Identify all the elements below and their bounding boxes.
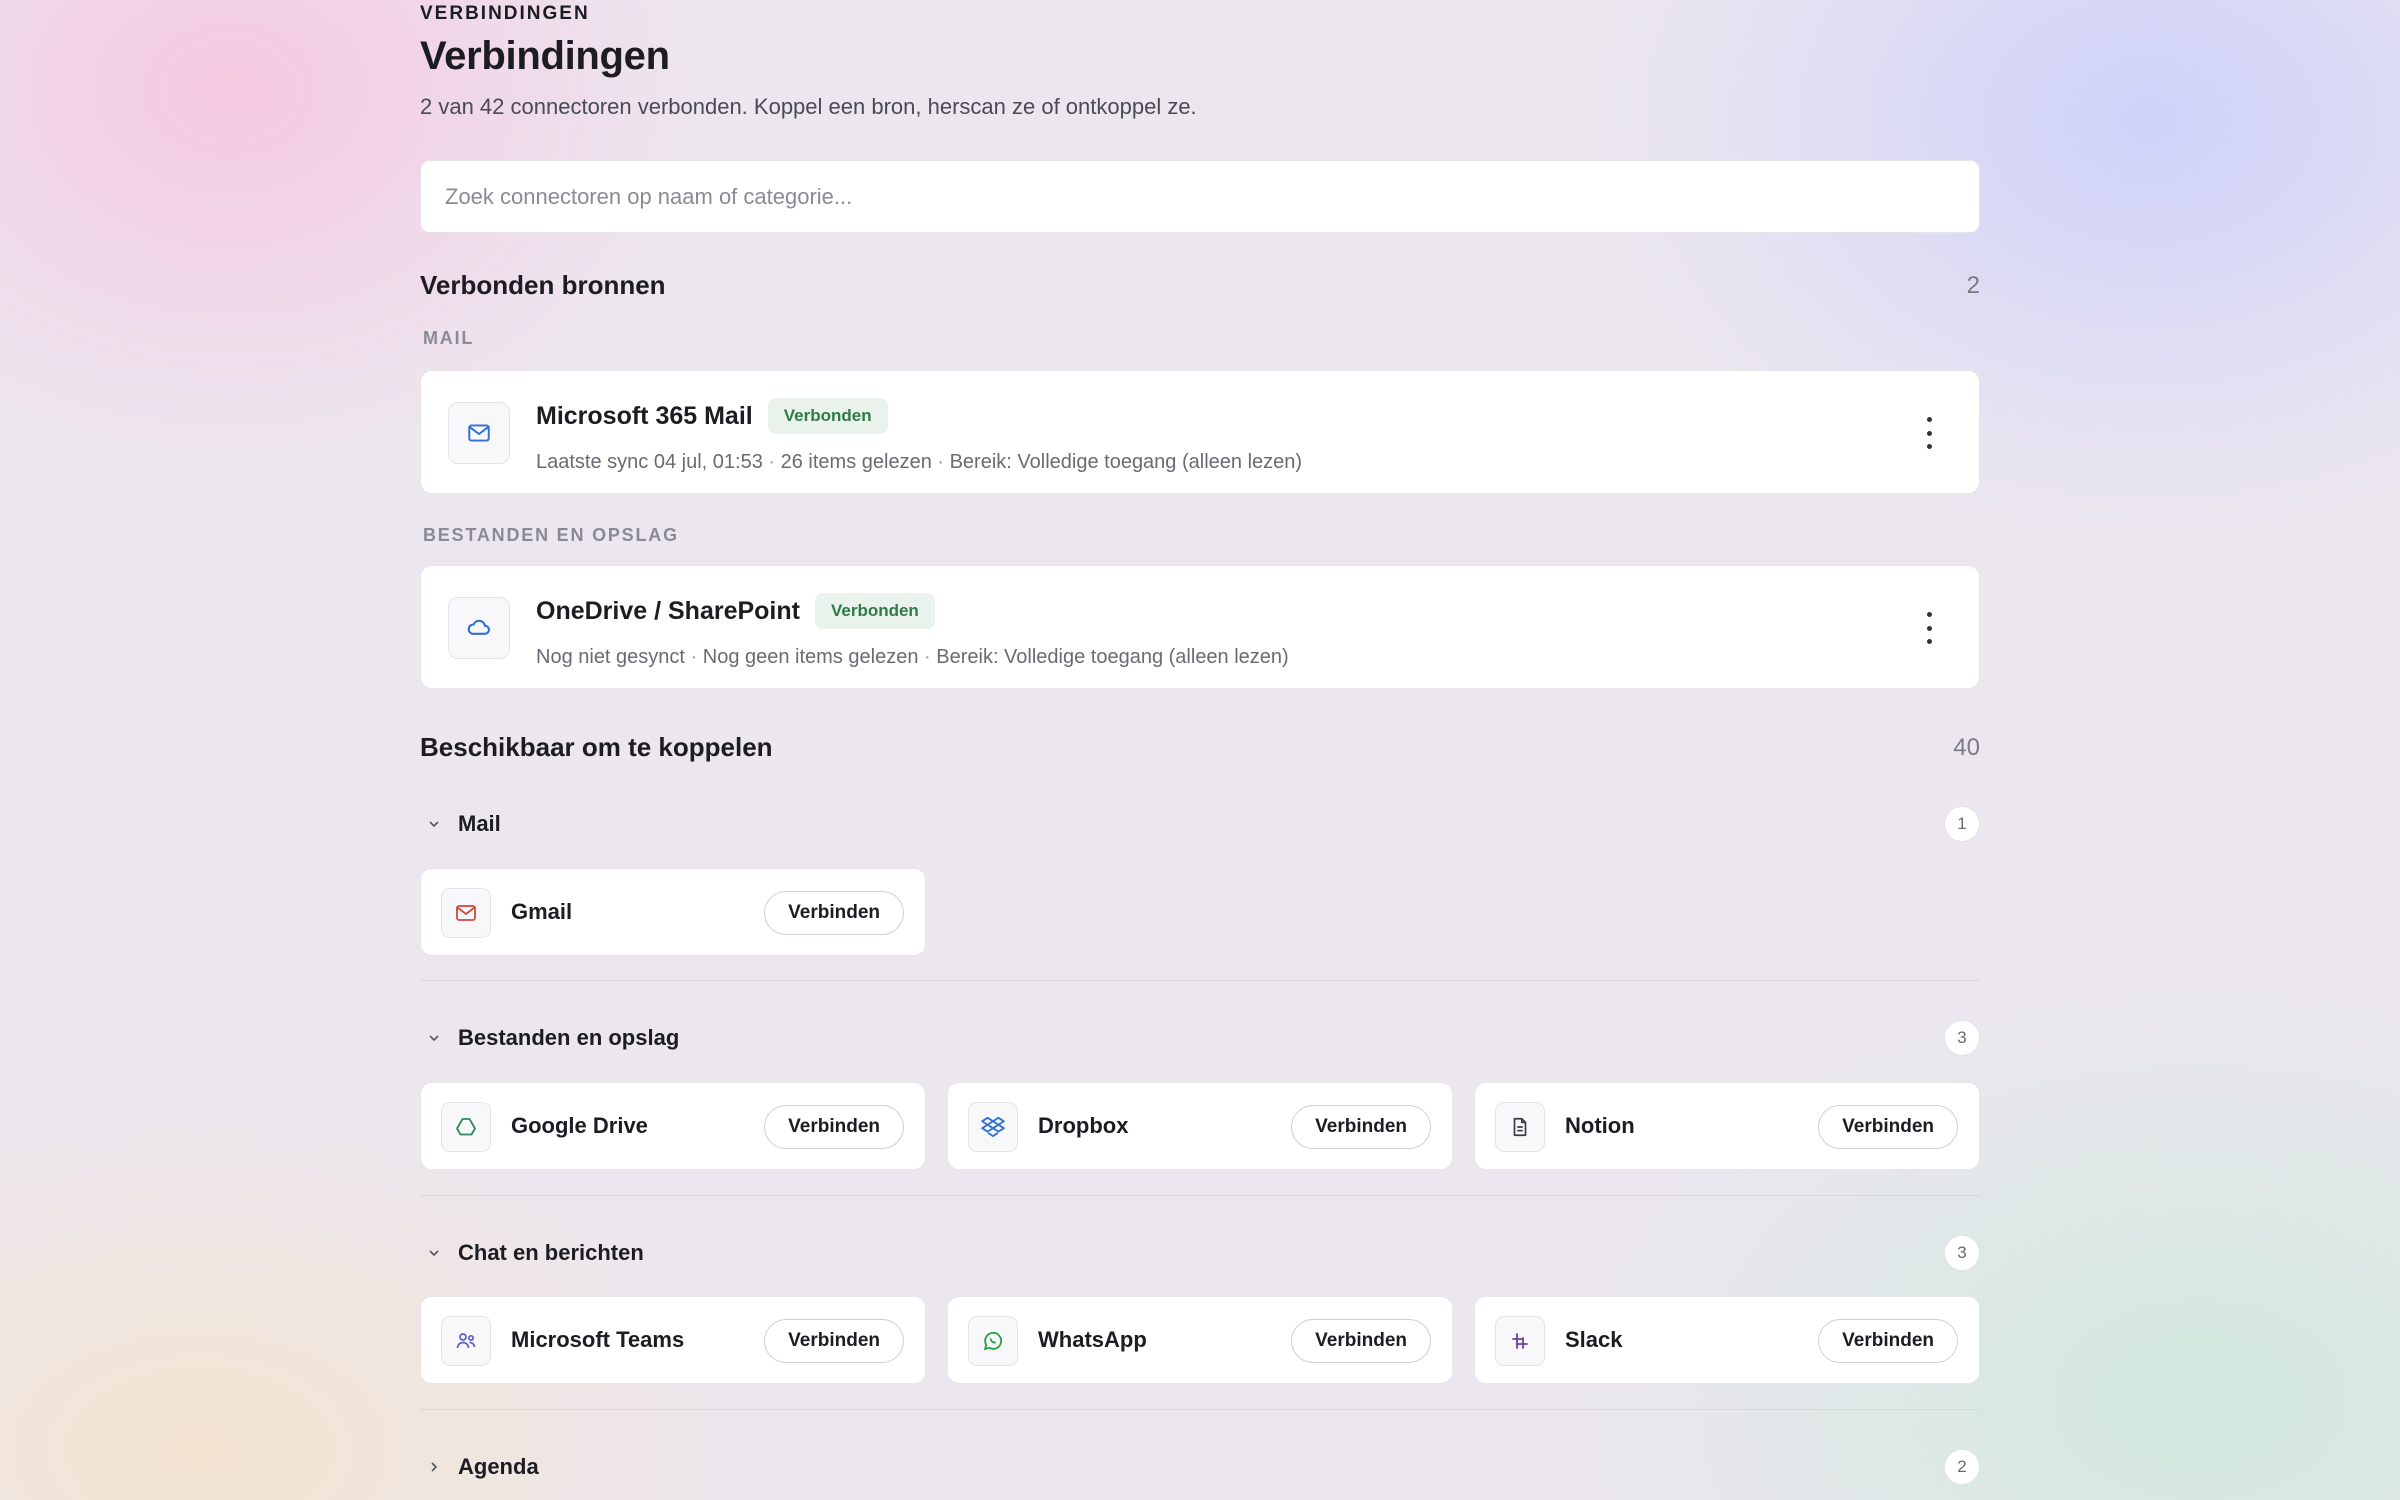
last-sync: Laatste sync 04 jul, 01:53	[536, 451, 763, 473]
connector-name: Google Drive	[511, 1113, 648, 1138]
connector-tile-whatsapp: WhatsApp Verbinden	[947, 1296, 1453, 1384]
connector-tile-google-drive: Google Drive Verbinden	[420, 1082, 926, 1170]
available-section-header: Beschikbaar om te koppelen 40	[420, 732, 1980, 763]
mail-icon	[448, 402, 510, 464]
connector-name: OneDrive / SharePoint	[536, 596, 800, 625]
connect-microsoft-teams-button[interactable]: Verbinden	[764, 1319, 904, 1363]
notion-icon	[1495, 1102, 1545, 1152]
items-read: 26 items gelezen	[780, 451, 932, 473]
access-scope: Bereik: Volledige toegang (alleen lezen)	[949, 451, 1303, 473]
connector-name: Gmail	[511, 899, 573, 924]
connector-meta: Laatste sync 04 jul, 01:53 · 26 items ge…	[536, 451, 1303, 473]
connected-count: 2	[1966, 271, 1980, 299]
category-count: 3	[1944, 1020, 1980, 1056]
divider	[420, 1195, 1980, 1196]
whatsapp-icon	[968, 1316, 1018, 1366]
slack-icon	[1495, 1316, 1545, 1366]
connect-notion-button[interactable]: Verbinden	[1818, 1105, 1958, 1149]
group-label-mail: MAIL	[423, 328, 475, 348]
category-count: 2	[1944, 1449, 1980, 1485]
connector-meta: Nog niet gesynct · Nog geen items geleze…	[536, 646, 1289, 668]
chevron-down-icon	[420, 1024, 448, 1052]
connect-gmail-button[interactable]: Verbinden	[764, 891, 904, 935]
status-badge: Verbonden	[767, 398, 888, 434]
category-header-files[interactable]: Bestanden en opslag 3	[420, 1018, 1980, 1058]
connector-name: Notion	[1565, 1113, 1635, 1138]
connected-card-onedrive-sharepoint: OneDrive / SharePoint Verbonden Nog niet…	[420, 565, 1980, 689]
category-header-mail[interactable]: Mail 1	[420, 804, 1980, 844]
connector-tile-slack: Slack Verbinden	[1474, 1296, 1980, 1384]
group-label-files: BESTANDEN EN OPSLAG	[423, 525, 679, 545]
connector-search-input[interactable]	[420, 160, 1980, 233]
connector-name: WhatsApp	[1038, 1327, 1147, 1352]
connected-section-header: Verbonden bronnen 2	[420, 270, 1980, 301]
category-title: Bestanden en opslag	[458, 1025, 680, 1050]
connect-google-drive-button[interactable]: Verbinden	[764, 1105, 904, 1149]
divider	[420, 980, 1980, 981]
page-subtitle: 2 van 42 connectoren verbonden. Koppel e…	[420, 94, 1197, 119]
connector-tile-notion: Notion Verbinden	[1474, 1082, 1980, 1170]
connector-name: Slack	[1565, 1327, 1623, 1352]
connect-slack-button[interactable]: Verbinden	[1818, 1319, 1958, 1363]
access-scope: Bereik: Volledige toegang (alleen lezen)	[936, 646, 1289, 668]
connector-tile-dropbox: Dropbox Verbinden	[947, 1082, 1453, 1170]
divider	[420, 1409, 1980, 1410]
page-title: Verbindingen	[420, 34, 670, 78]
chevron-down-icon	[420, 810, 448, 838]
connector-name: Dropbox	[1038, 1113, 1129, 1138]
available-count: 40	[1953, 733, 1980, 761]
connect-whatsapp-button[interactable]: Verbinden	[1291, 1319, 1431, 1363]
category-title: Agenda	[458, 1454, 539, 1479]
cloud-icon	[448, 597, 510, 659]
last-sync: Nog niet gesynct	[536, 646, 685, 668]
category-count: 3	[1944, 1235, 1980, 1271]
page-eyebrow: VERBINDINGEN	[420, 3, 590, 24]
connector-tile-gmail: Gmail Verbinden	[420, 868, 926, 956]
more-options-icon[interactable]	[1919, 417, 1939, 449]
connected-card-microsoft-365-mail: Microsoft 365 Mail Verbonden Laatste syn…	[420, 370, 1980, 494]
connect-dropbox-button[interactable]: Verbinden	[1291, 1105, 1431, 1149]
category-count: 1	[1944, 806, 1980, 842]
category-title: Mail	[458, 811, 501, 836]
dropbox-icon	[968, 1102, 1018, 1152]
chevron-down-icon	[420, 1239, 448, 1267]
category-header-chat[interactable]: Chat en berichten 3	[420, 1233, 1980, 1273]
connector-name: Microsoft Teams	[511, 1327, 685, 1352]
more-options-icon[interactable]	[1919, 612, 1939, 644]
available-heading: Beschikbaar om te koppelen	[420, 732, 773, 762]
teams-icon	[441, 1316, 491, 1366]
status-badge: Verbonden	[814, 593, 935, 629]
category-title: Chat en berichten	[458, 1240, 644, 1265]
connector-tile-microsoft-teams: Microsoft Teams Verbinden	[420, 1296, 926, 1384]
chevron-right-icon	[420, 1453, 448, 1481]
items-read: Nog geen items gelezen	[702, 646, 919, 668]
connector-name: Microsoft 365 Mail	[536, 401, 753, 430]
gmail-icon	[441, 888, 491, 938]
google-drive-icon	[441, 1102, 491, 1152]
connected-heading: Verbonden bronnen	[420, 270, 666, 300]
category-header-agenda[interactable]: Agenda 2	[420, 1447, 1980, 1487]
